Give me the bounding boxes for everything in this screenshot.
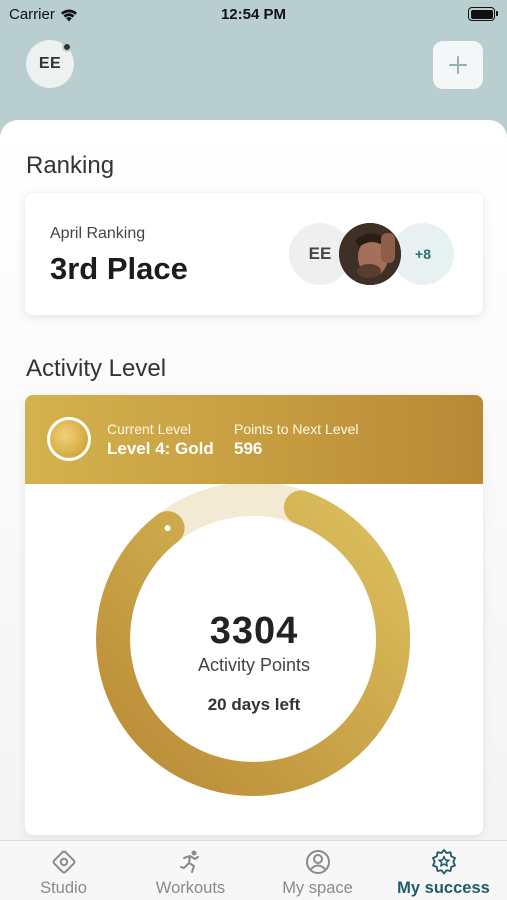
tab-studio[interactable]: Studio [0,841,127,900]
tab-my-space-label: My space [282,879,353,897]
current-level-value: Level 4: Gold [107,439,214,458]
avatar-initials: EE [38,55,62,72]
add-button[interactable] [433,41,483,89]
days-left: 20 days left [207,695,301,714]
notification-dot [62,42,72,52]
tab-my-space[interactable]: My space [254,841,381,900]
activity-level-card: Current Level Level 4: Gold Points to Ne… [25,395,483,835]
current-level-label: Current Level [107,421,192,437]
next-level-value: 596 [234,439,263,458]
level-banner: Current Level Level 4: Gold Points to Ne… [25,395,483,484]
battery-icon [468,7,498,21]
workouts-icon [179,850,199,873]
tab-workouts[interactable]: Workouts [127,841,254,900]
tab-my-success-label: My success [397,879,490,897]
ranking-place: 3rd Place [50,251,188,286]
ranking-period-label: April Ranking [50,225,146,242]
next-level-label: Points to Next Level [234,421,359,437]
progress-knob [164,525,171,532]
activity-points-label: Activity Points [197,655,311,675]
tab-my-success[interactable]: My success [380,841,507,900]
ranking-card[interactable]: April Ranking 3rd Place EE +8 [25,193,483,315]
profile-avatar[interactable]: EE [26,40,74,88]
tab-workouts-label: Workouts [155,879,226,897]
ranking-title: Ranking [26,152,115,179]
studio-icon [52,850,75,874]
my-success-icon [431,849,456,875]
ranking-avatar-photo [339,223,401,285]
status-time: 12:54 PM [220,6,287,23]
status-bar: Carrier 12:54 PM [0,0,507,30]
activity-points-value: 3304 [209,610,299,652]
ranking-more-count[interactable]: +8 [392,223,454,285]
gold-medal-icon [47,417,91,461]
plus-icon [449,56,467,74]
activity-level-title: Activity Level [26,355,167,382]
tab-studio-label: Studio [40,879,87,897]
my-space-icon [305,850,330,874]
tab-bar: Studio Workouts My space My success [0,840,507,900]
